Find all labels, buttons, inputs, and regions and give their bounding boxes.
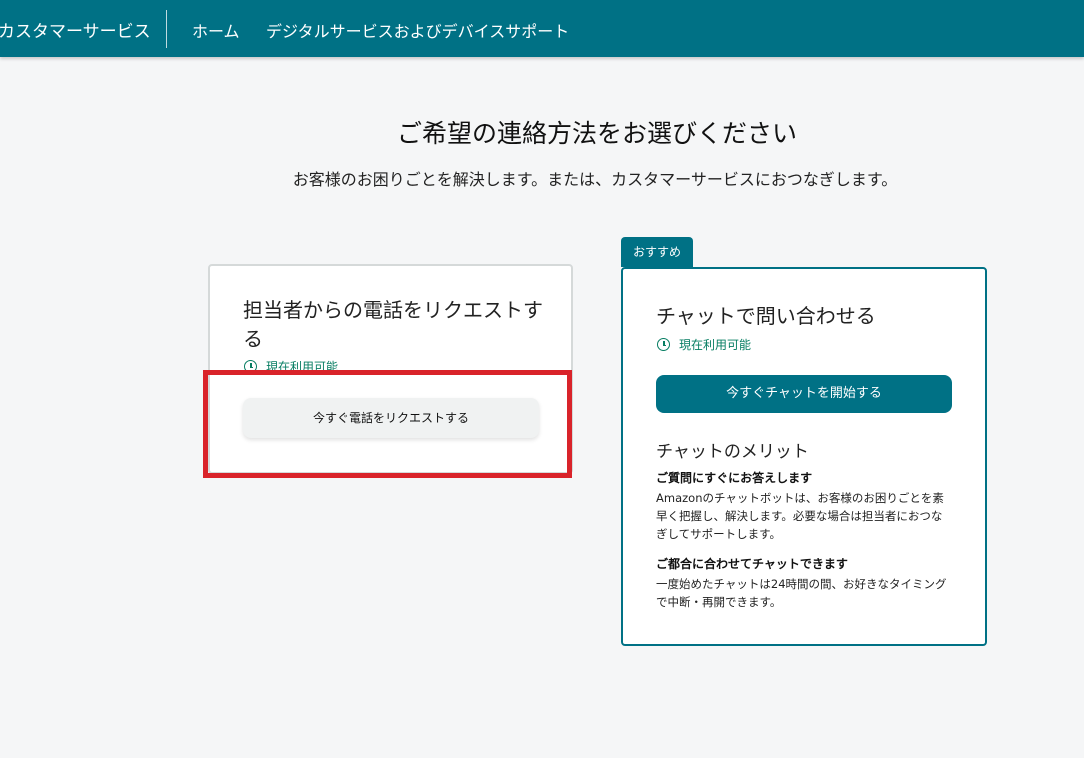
recommended-badge: おすすめ	[621, 237, 693, 267]
top-nav-bar: カスタマーサービス ホーム デジタルサービスおよびデバイスサポート	[0, 0, 1084, 57]
benefit-text: 一度始めたチャットは24時間の間、お好きなタイミングで中断・再開できます。	[656, 577, 947, 609]
nav-divider	[166, 10, 167, 48]
chat-availability-label: 現在利用可能	[679, 338, 752, 352]
benefit-heading: ご質問にすぐにお答えします	[656, 471, 813, 485]
customer-service-brand[interactable]: カスタマーサービス	[0, 17, 151, 42]
benefit-text: Amazonのチャットボットは、お客様のお困りごとを素早く把握し、解決します。必…	[656, 491, 944, 541]
clock-icon	[657, 338, 670, 351]
chat-availability-status: 現在利用可能	[657, 336, 751, 353]
page-subtitle: お客様のお困りごとを解決します。または、カスタマーサービスにおつなぎします。	[292, 170, 898, 189]
page-title: ご希望の連絡方法をお選びください	[396, 119, 797, 148]
chat-card-title: チャットで問い合わせる	[656, 304, 876, 328]
start-chat-button[interactable]: 今すぐチャットを開始する	[656, 375, 952, 413]
nav-link-digital-services[interactable]: デジタルサービスおよびデバイスサポート	[266, 18, 569, 42]
benefit-heading: ご都合に合わせてチャットできます	[656, 557, 848, 571]
chat-benefits-title: チャットのメリット	[656, 442, 809, 462]
nav-link-home[interactable]: ホーム	[192, 18, 240, 42]
highlight-annotation-box	[203, 370, 572, 478]
chat-contact-card: チャットで問い合わせる 現在利用可能 今すぐチャットを開始する チャットのメリッ…	[621, 267, 987, 646]
callback-card-title: 担当者からの電話をリクエストする	[243, 298, 543, 351]
